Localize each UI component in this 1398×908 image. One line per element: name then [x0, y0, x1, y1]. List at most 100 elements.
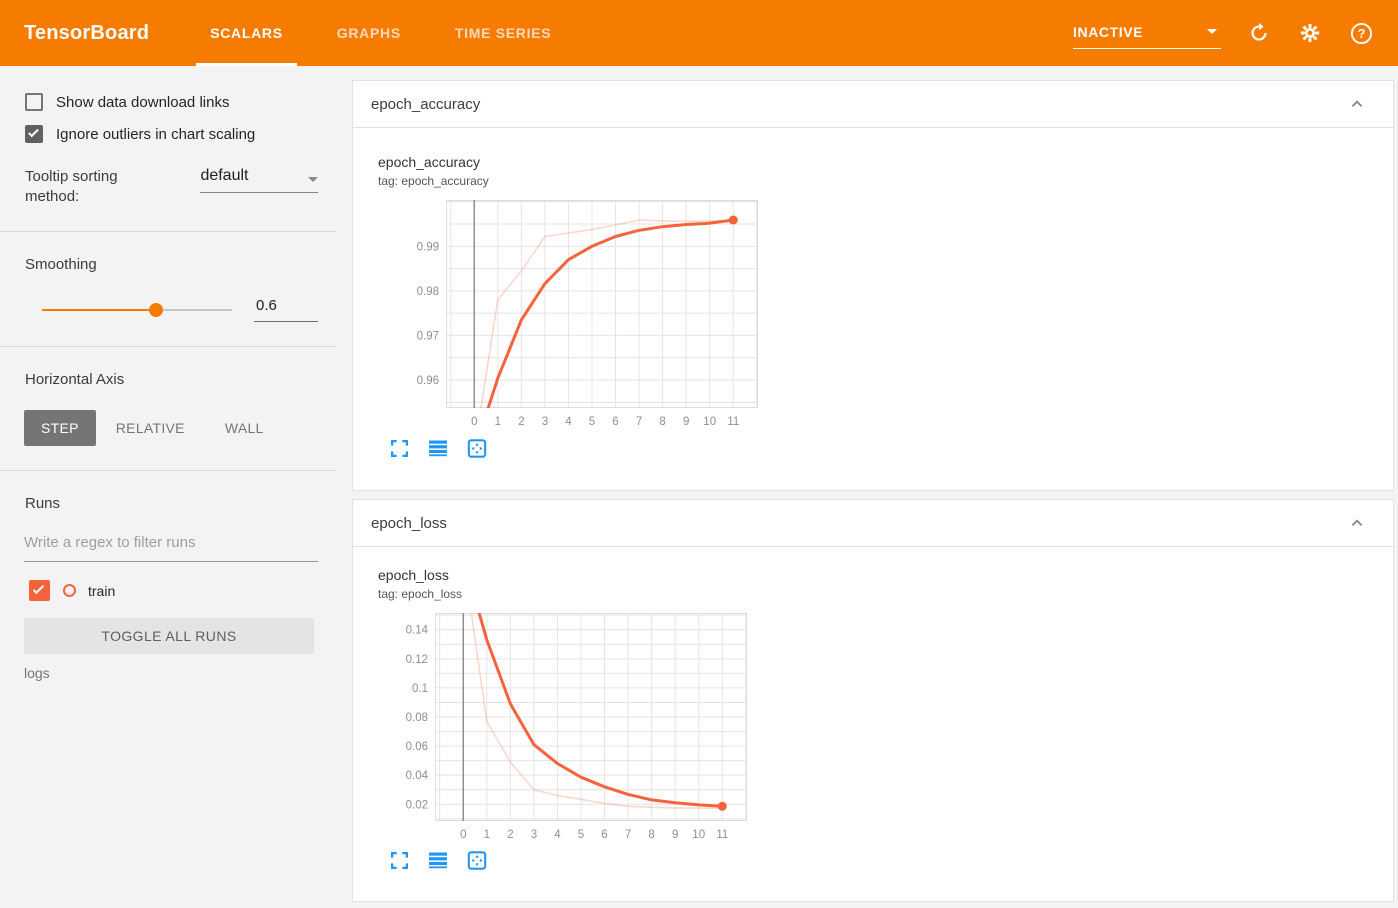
- tab-time-series[interactable]: TIME SERIES: [428, 0, 578, 66]
- runs-filter-field[interactable]: Write a regex to filter runs: [24, 534, 318, 562]
- fit-domain-button[interactable]: [467, 850, 487, 870]
- svg-text:0.04: 0.04: [406, 770, 429, 782]
- svg-text:5: 5: [578, 829, 584, 841]
- toggle-all-runs-button[interactable]: TOGGLE ALL RUNS: [24, 618, 314, 654]
- svg-text:0.08: 0.08: [406, 712, 428, 724]
- logdir-caption: logs: [24, 665, 50, 681]
- runs-section-title: Runs: [25, 495, 61, 512]
- status-dropdown[interactable]: INACTIVE: [1073, 24, 1221, 49]
- svg-text:10: 10: [692, 829, 705, 841]
- svg-text:9: 9: [672, 829, 678, 841]
- sidebar-divider: [0, 346, 336, 347]
- tab-graphs[interactable]: GRAPHS: [310, 0, 428, 66]
- help-button[interactable]: ?: [1348, 20, 1374, 46]
- scalar-chart-svg[interactable]: 0.02 0.04 0.06 0.08 0.1 0.12 0.14 0 1 2 3 4 5 6 7 8 9 10 1…: [378, 613, 755, 845]
- log-scale-toggle-button[interactable]: [428, 850, 448, 870]
- svg-text:0.96: 0.96: [417, 375, 439, 387]
- reload-button[interactable]: [1246, 20, 1272, 46]
- ignore-outliers-row[interactable]: Ignore outliers in chart scaling: [25, 125, 318, 143]
- horizontal-axis-options: STEP RELATIVE WALL: [24, 410, 318, 446]
- smoothing-slider[interactable]: [42, 302, 232, 317]
- settings-button[interactable]: [1297, 20, 1323, 46]
- app-title: TensorBoard: [24, 21, 150, 44]
- run-train-checkbox[interactable]: [29, 580, 50, 601]
- show-download-links-checkbox[interactable]: [25, 93, 43, 111]
- svg-text:4: 4: [554, 829, 561, 841]
- svg-text:11: 11: [716, 829, 728, 841]
- ignore-outliers-checkbox[interactable]: [25, 125, 43, 143]
- tab-scalars[interactable]: SCALARS: [183, 0, 310, 66]
- runs-filter-input[interactable]: Write a regex to filter runs: [24, 534, 318, 551]
- svg-text:9: 9: [683, 416, 689, 428]
- axis-option-wall[interactable]: WALL: [205, 410, 284, 446]
- svg-text:0.99: 0.99: [417, 241, 439, 253]
- svg-text:11: 11: [727, 416, 739, 428]
- fit-domain-icon: [467, 438, 487, 458]
- card-title: epoch_accuracy: [371, 95, 481, 113]
- svg-text:1: 1: [495, 416, 501, 428]
- scalar-chart-epoch-accuracy[interactable]: 0.96 0.97 0.98 0.99 0 1 2 3 4 5 6 7 8 9 10 11: [378, 200, 766, 437]
- sidebar-divider: [0, 231, 336, 232]
- check-icon: [32, 582, 45, 595]
- svg-text:0: 0: [471, 416, 477, 428]
- svg-text:5: 5: [589, 416, 595, 428]
- svg-text:6: 6: [601, 829, 607, 841]
- svg-text:0.1: 0.1: [412, 683, 428, 695]
- svg-text:3: 3: [542, 416, 548, 428]
- svg-text:10: 10: [703, 416, 716, 428]
- expand-chart-button[interactable]: [389, 438, 409, 458]
- log-scale-toggle-button[interactable]: [428, 438, 448, 458]
- svg-text:0.97: 0.97: [417, 330, 439, 342]
- scalar-card-epoch-accuracy: epoch_accuracy epoch_accuracy tag: epoch…: [352, 80, 1394, 491]
- axis-option-step[interactable]: STEP: [24, 410, 96, 446]
- collapse-card-button[interactable]: [1345, 92, 1369, 116]
- svg-text:6: 6: [612, 416, 618, 428]
- fit-domain-icon: [467, 850, 487, 870]
- scalar-chart-epoch-loss[interactable]: 0.02 0.04 0.06 0.08 0.1 0.12 0.14 0 1 2 3 4 5 6 7 8 9 10 1…: [378, 613, 755, 850]
- chart-title: epoch_loss: [378, 567, 449, 583]
- svg-text:3: 3: [531, 829, 537, 841]
- nav-tabs: SCALARS GRAPHS TIME SERIES: [183, 0, 578, 66]
- svg-text:0.12: 0.12: [406, 654, 428, 666]
- svg-text:8: 8: [659, 416, 665, 428]
- chevron-down-icon: [308, 177, 318, 182]
- settings-sidebar: Show data download links Ignore outliers…: [0, 66, 336, 681]
- svg-text:0: 0: [460, 829, 466, 841]
- chart-title: epoch_accuracy: [378, 154, 480, 170]
- scalar-card-epoch-loss: epoch_loss epoch_loss tag: epoch_loss 0.…: [352, 499, 1394, 902]
- sidebar-divider: [0, 470, 336, 471]
- card-header-epoch-accuracy[interactable]: epoch_accuracy: [353, 81, 1393, 128]
- scalar-chart-svg[interactable]: 0.96 0.97 0.98 0.99 0 1 2 3 4 5 6 7 8 9 10 11: [378, 200, 766, 432]
- chevron-down-icon: [1207, 29, 1217, 34]
- svg-text:2: 2: [518, 416, 524, 428]
- svg-text:7: 7: [636, 416, 642, 428]
- fullscreen-icon: [390, 851, 408, 869]
- chart-heading: epoch_loss tag: epoch_loss: [378, 567, 462, 601]
- run-train-color-swatch[interactable]: [63, 584, 76, 597]
- status-dropdown-value: INACTIVE: [1073, 23, 1144, 40]
- reload-icon: [1251, 22, 1267, 41]
- expand-chart-button[interactable]: [389, 850, 409, 870]
- show-download-links-row[interactable]: Show data download links: [25, 93, 318, 111]
- collapse-card-button[interactable]: [1345, 511, 1369, 535]
- log-scale-icon: [429, 440, 447, 456]
- svg-text:1: 1: [484, 829, 490, 841]
- chart-toolbar: [389, 438, 487, 458]
- chart-heading: epoch_accuracy tag: epoch_accuracy: [378, 154, 489, 188]
- chevron-up-icon: [1351, 100, 1363, 107]
- fit-domain-button[interactable]: [467, 438, 487, 458]
- smoothing-value-input[interactable]: 0.6: [254, 297, 318, 322]
- smoothing-slider-thumb[interactable]: [149, 302, 163, 317]
- tooltip-sorting-dropdown[interactable]: default: [200, 167, 318, 193]
- smoothing-slider-fill: [42, 308, 156, 311]
- card-header-epoch-loss[interactable]: epoch_loss: [353, 500, 1393, 547]
- card-title: epoch_loss: [371, 514, 447, 532]
- fullscreen-icon: [390, 439, 408, 457]
- axis-option-relative[interactable]: RELATIVE: [96, 410, 205, 446]
- show-download-links-label: Show data download links: [56, 93, 230, 111]
- gear-icon: [1300, 23, 1320, 43]
- check-icon: [28, 126, 39, 138]
- chart-tag: tag: epoch_loss: [378, 587, 463, 601]
- tooltip-sorting-label: Tooltip sorting method:: [25, 168, 118, 205]
- smoothing-row: 0.6: [25, 297, 318, 322]
